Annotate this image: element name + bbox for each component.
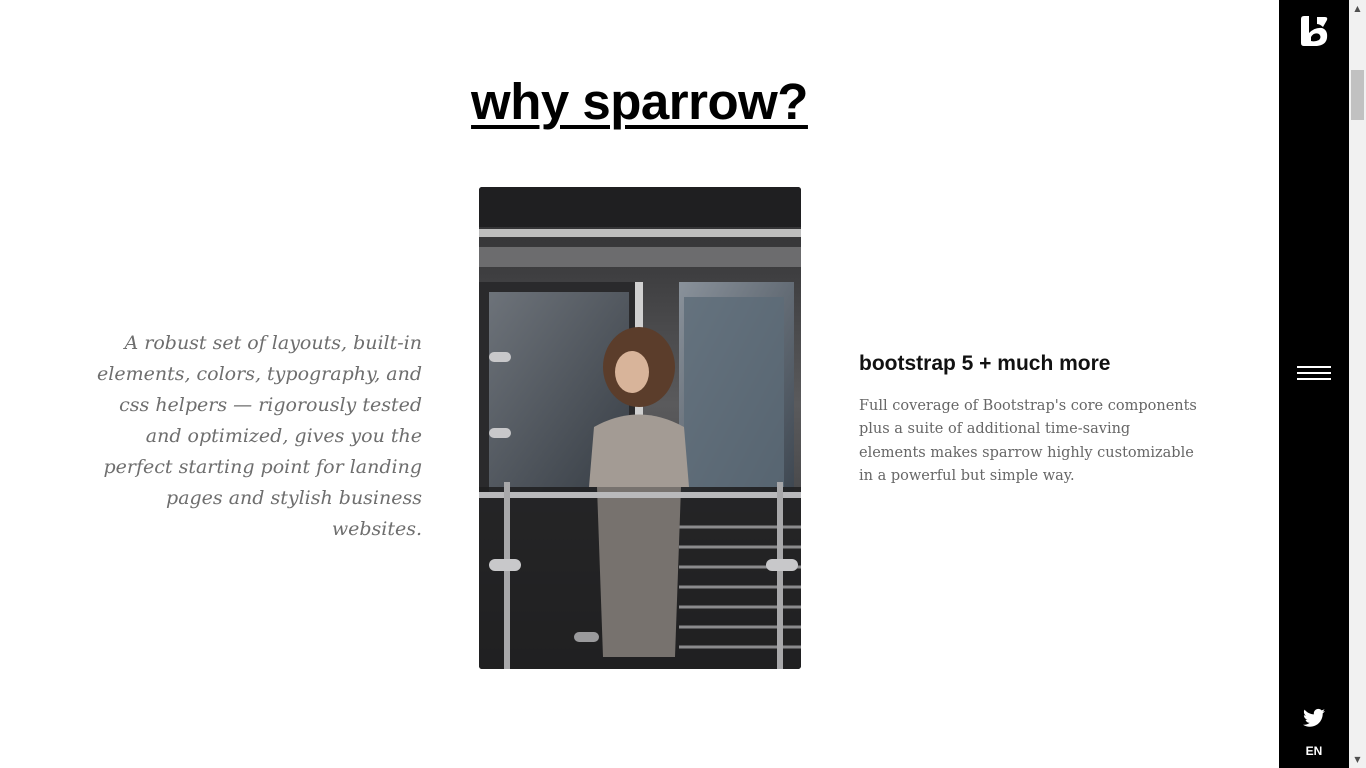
sidebar: EN [1279, 0, 1349, 768]
page-title-text: why sparrow? [471, 73, 808, 130]
main-content: why sparrow? A robust set of layouts, bu… [0, 0, 1279, 768]
woman-on-balcony-image [479, 187, 801, 669]
scroll-up-arrow-icon[interactable]: ▲ [1349, 0, 1366, 17]
sparrow-logo-icon[interactable] [1299, 15, 1329, 47]
scroll-thumb[interactable] [1351, 70, 1364, 120]
page-title: why sparrow? [0, 72, 1279, 131]
scroll-down-arrow-icon[interactable]: ▼ [1349, 751, 1366, 768]
menu-line-3 [1297, 378, 1331, 380]
feature-title: bootstrap 5 + much more [859, 352, 1111, 375]
intro-lead-text: A robust set of layouts, built-in elemen… [97, 332, 422, 540]
hamburger-menu-icon[interactable] [1297, 366, 1331, 384]
language-switcher[interactable]: EN [1279, 744, 1349, 758]
twitter-icon[interactable] [1303, 708, 1325, 728]
menu-line-2 [1297, 372, 1331, 374]
feature-photo [479, 187, 801, 669]
feature-description: Full coverage of Bootstrap's core compon… [859, 398, 1197, 484]
vertical-scrollbar[interactable]: ▲ ▼ [1349, 0, 1366, 768]
menu-line-1 [1297, 366, 1331, 368]
